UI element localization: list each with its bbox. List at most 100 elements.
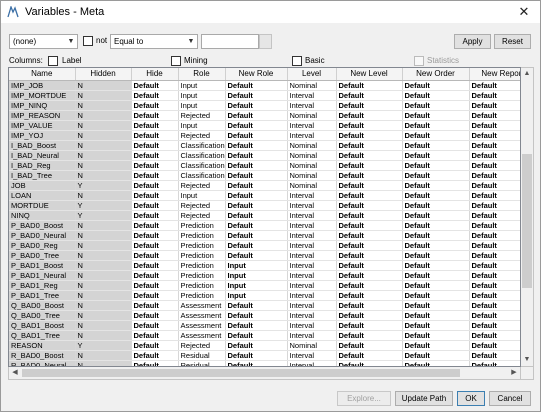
table-cell[interactable]: Default: [131, 230, 179, 241]
table-cell[interactable]: N: [75, 130, 132, 141]
table-cell[interactable]: Default: [336, 140, 403, 151]
table-row[interactable]: P_BAD0_Neural N Default Prediction Default In…: [9, 230, 520, 241]
table-cell[interactable]: Default: [469, 230, 520, 241]
update-path-button[interactable]: Update Path: [395, 391, 453, 406]
table-cell[interactable]: Default: [336, 210, 403, 221]
table-cell[interactable]: I_BAD_Neural: [9, 150, 76, 161]
table-cell[interactable]: Q_BAD1_Tree: [9, 330, 76, 341]
table-cell[interactable]: IMP_REASON: [9, 110, 76, 121]
table-cell[interactable]: Q_BAD1_Boost: [9, 320, 76, 331]
table-cell[interactable]: Default: [225, 190, 288, 201]
table-cell[interactable]: Default: [225, 230, 288, 241]
operator-select[interactable]: Equal to ▼: [110, 34, 198, 49]
table-cell[interactable]: Default: [469, 90, 520, 101]
table-cell[interactable]: Default: [131, 350, 179, 361]
reset-button[interactable]: Reset: [494, 34, 531, 49]
table-cell[interactable]: P_BAD1_Tree: [9, 290, 76, 301]
scroll-up-icon[interactable]: ▲: [521, 68, 533, 80]
table-cell[interactable]: Default: [225, 150, 288, 161]
table-cell[interactable]: R_BAD0_Neural: [9, 360, 76, 366]
table-cell[interactable]: Default: [402, 230, 470, 241]
table-cell[interactable]: N: [75, 120, 132, 131]
table-cell[interactable]: R_BAD0_Boost: [9, 350, 76, 361]
table-cell[interactable]: Input: [178, 120, 226, 131]
filter-value-input[interactable]: [201, 34, 259, 49]
table-cell[interactable]: Default: [402, 210, 470, 221]
table-cell[interactable]: Default: [336, 190, 403, 201]
table-cell[interactable]: Default: [336, 90, 403, 101]
table-cell[interactable]: Interval: [287, 270, 337, 281]
table-cell[interactable]: Default: [402, 150, 470, 161]
table-cell[interactable]: Rejected: [178, 180, 226, 191]
table-cell[interactable]: Default: [336, 290, 403, 301]
table-cell[interactable]: Interval: [287, 230, 337, 241]
table-row[interactable]: I_BAD_Tree N Default Classification Default N…: [9, 170, 520, 181]
table-cell[interactable]: Default: [131, 260, 179, 271]
table-cell[interactable]: Prediction: [178, 250, 226, 261]
table-cell[interactable]: Default: [469, 170, 520, 181]
table-cell[interactable]: Default: [402, 340, 470, 351]
table-cell[interactable]: Default: [402, 120, 470, 131]
table-cell[interactable]: Default: [469, 120, 520, 131]
table-cell[interactable]: Default: [402, 300, 470, 311]
table-cell[interactable]: Interval: [287, 90, 337, 101]
table-cell[interactable]: Default: [131, 310, 179, 321]
table-cell[interactable]: Default: [225, 300, 288, 311]
table-cell[interactable]: Prediction: [178, 260, 226, 271]
table-cell[interactable]: Default: [131, 280, 179, 291]
table-cell[interactable]: Default: [131, 190, 179, 201]
table-cell[interactable]: Default: [402, 240, 470, 251]
table-cell[interactable]: N: [75, 170, 132, 181]
table-cell[interactable]: Default: [469, 100, 520, 111]
table-cell[interactable]: I_BAD_Tree: [9, 170, 76, 181]
table-cell[interactable]: N: [75, 260, 132, 271]
table-cell[interactable]: Default: [469, 110, 520, 121]
close-icon[interactable]: ✕: [516, 4, 532, 20]
table-cell[interactable]: Default: [402, 280, 470, 291]
apply-button[interactable]: Apply: [454, 34, 491, 49]
table-cell[interactable]: Default: [336, 360, 403, 366]
table-cell[interactable]: Nominal: [287, 150, 337, 161]
table-cell[interactable]: N: [75, 280, 132, 291]
table-row[interactable]: P_BAD0_Reg N Default Prediction Default Inter…: [9, 240, 520, 251]
basic-checkbox[interactable]: [292, 56, 302, 66]
table-cell[interactable]: Default: [131, 150, 179, 161]
table-row[interactable]: IMP_REASON N Default Rejected Default Nominal…: [9, 110, 520, 121]
table-cell[interactable]: Default: [336, 260, 403, 271]
table-cell[interactable]: N: [75, 140, 132, 151]
table-cell[interactable]: Interval: [287, 190, 337, 201]
table-cell[interactable]: Default: [225, 110, 288, 121]
table-cell[interactable]: N: [75, 80, 132, 91]
table-cell[interactable]: Default: [131, 290, 179, 301]
table-cell[interactable]: Default: [402, 330, 470, 341]
table-cell[interactable]: Assessment: [178, 320, 226, 331]
table-cell[interactable]: Default: [336, 250, 403, 261]
table-cell[interactable]: Default: [131, 90, 179, 101]
table-cell[interactable]: Rejected: [178, 130, 226, 141]
horizontal-scrollbar[interactable]: ◀ ▶: [8, 367, 521, 380]
table-cell[interactable]: Prediction: [178, 240, 226, 251]
table-cell[interactable]: P_BAD1_Neural: [9, 270, 76, 281]
table-cell[interactable]: Default: [336, 80, 403, 91]
table-cell[interactable]: Default: [225, 350, 288, 361]
column-header[interactable]: New Order: [402, 68, 470, 81]
table-cell[interactable]: Default: [225, 140, 288, 151]
table-cell[interactable]: Interval: [287, 240, 337, 251]
table-cell[interactable]: Default: [469, 320, 520, 331]
table-cell[interactable]: IMP_VALUE: [9, 120, 76, 131]
table-cell[interactable]: N: [75, 160, 132, 171]
table-cell[interactable]: Interval: [287, 260, 337, 271]
table-cell[interactable]: N: [75, 90, 132, 101]
table-row[interactable]: P_BAD1_Tree N Default Prediction Input Interv…: [9, 290, 520, 301]
scroll-left-icon[interactable]: ◀: [9, 367, 21, 379]
table-cell[interactable]: Nominal: [287, 180, 337, 191]
table-cell[interactable]: N: [75, 190, 132, 201]
table-cell[interactable]: Default: [402, 140, 470, 151]
table-cell[interactable]: Default: [225, 90, 288, 101]
table-cell[interactable]: Default: [336, 180, 403, 191]
table-cell[interactable]: Default: [469, 300, 520, 311]
table-cell[interactable]: Input: [225, 290, 288, 301]
table-cell[interactable]: JOB: [9, 180, 76, 191]
table-cell[interactable]: N: [75, 230, 132, 241]
label-checkbox[interactable]: [48, 56, 58, 66]
